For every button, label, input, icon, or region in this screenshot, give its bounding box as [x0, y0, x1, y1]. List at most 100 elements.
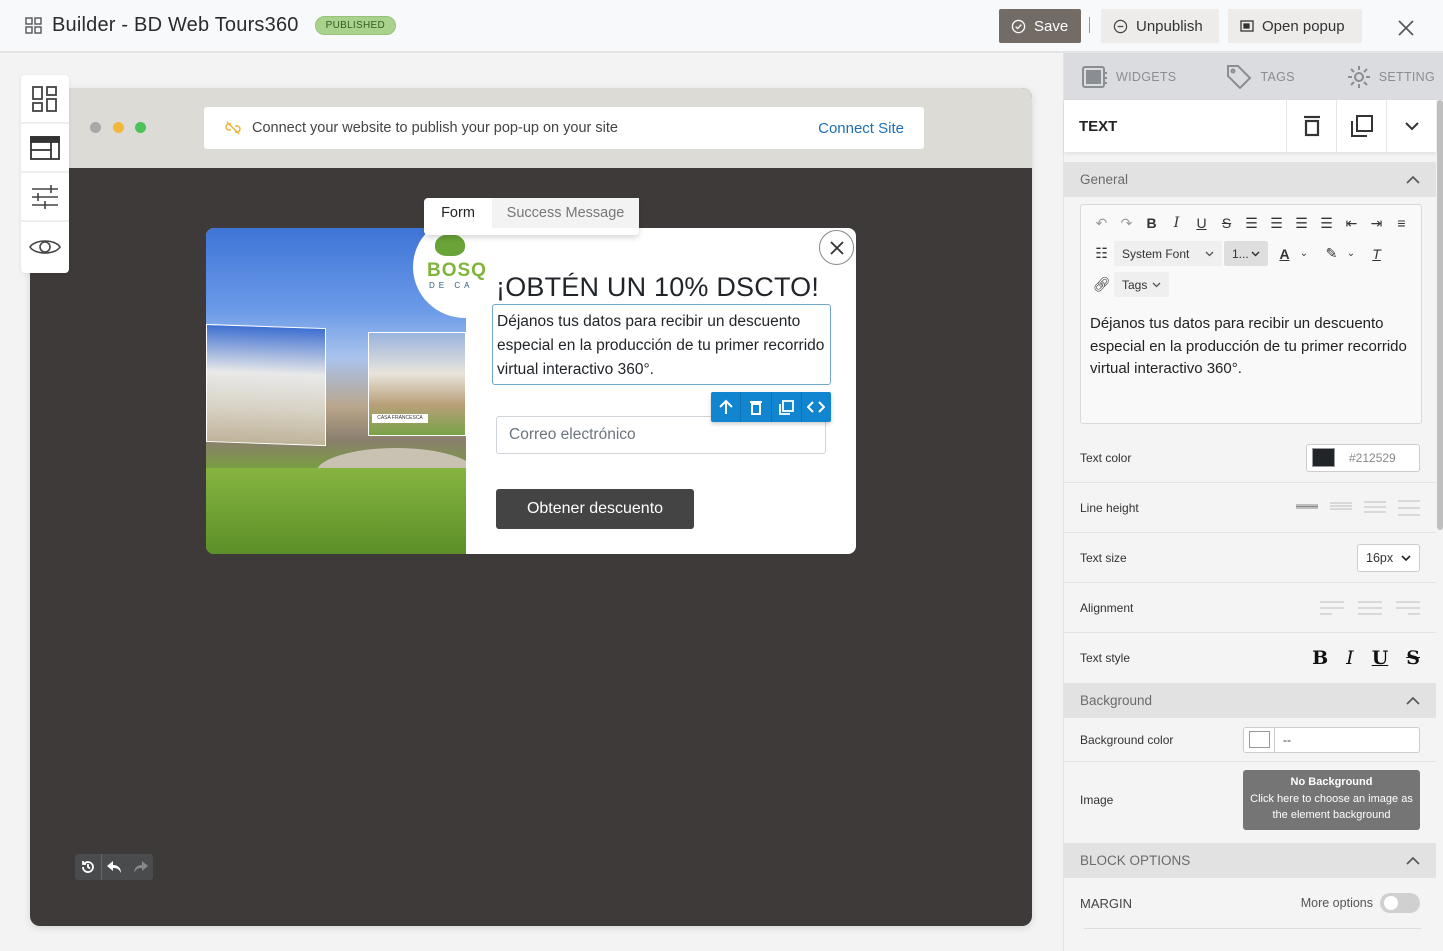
tab-success-message[interactable]: Success Message — [492, 198, 639, 228]
align-left-icon[interactable] — [1320, 601, 1344, 615]
background-color-row: Background color -- — [1064, 718, 1436, 762]
align-left-icon[interactable]: ☰ — [1239, 213, 1264, 233]
clear-format-icon[interactable]: T — [1364, 244, 1389, 264]
popup-body-text[interactable]: Déjanos tus datos para recibir un descue… — [492, 304, 831, 385]
browser-bar: Connect your website to publish your pop… — [30, 88, 1032, 168]
redo-button[interactable] — [127, 854, 153, 880]
widgets-grid-icon — [32, 85, 57, 112]
strikethrough-button[interactable]: S — [1406, 647, 1420, 669]
code-icon — [807, 401, 826, 413]
text-color-picker[interactable]: #212529 — [1306, 443, 1420, 472]
underline-button[interactable]: U — [1372, 647, 1389, 669]
open-popup-button[interactable]: Open popup — [1228, 9, 1362, 43]
history-icon — [81, 861, 94, 873]
strikethrough-icon[interactable]: S — [1214, 213, 1239, 233]
left-tool-layout[interactable] — [21, 124, 69, 173]
margin-row: MARGIN More options — [1064, 880, 1436, 926]
redo-icon[interactable]: ↷ — [1114, 213, 1139, 233]
align-right-icon[interactable] — [1396, 601, 1420, 615]
align-justify-icon[interactable]: ☰ — [1314, 213, 1339, 233]
background-color-picker[interactable]: -- — [1243, 726, 1420, 753]
text-size-value: 16px — [1366, 550, 1394, 565]
history-button[interactable] — [75, 854, 102, 880]
tab-tags[interactable]: TAGS — [1226, 64, 1294, 90]
background-section-header[interactable]: Background — [1064, 683, 1436, 718]
tab-form[interactable]: Form — [424, 198, 492, 228]
highlight-icon[interactable]: ✎ — [1319, 244, 1344, 264]
image-button-text: Click here to choose an image as the ele… — [1250, 792, 1413, 822]
close-icon[interactable] — [1396, 18, 1416, 38]
underline-icon[interactable]: U — [1189, 213, 1214, 233]
divider — [1084, 928, 1421, 929]
element-name: TEXT — [1079, 117, 1118, 135]
link-icon[interactable]: 🔗︎ — [1089, 275, 1114, 295]
tags-select[interactable]: Tags — [1114, 272, 1169, 297]
text-style-row: Text style B I U S — [1064, 633, 1436, 683]
font-size-select[interactable]: 1... — [1224, 241, 1268, 266]
duplicate-button[interactable] — [1336, 100, 1386, 152]
bold-button[interactable]: B — [1312, 647, 1328, 669]
tab-setting[interactable]: SETTING — [1347, 65, 1435, 89]
connect-site-banner: Connect your website to publish your pop… — [204, 107, 924, 149]
unpublish-button[interactable]: Unpublish — [1101, 9, 1219, 43]
undo-icon[interactable]: ↶ — [1089, 213, 1114, 233]
save-label: Save — [1034, 17, 1069, 35]
numbered-list-icon[interactable]: ≡ — [1389, 213, 1414, 233]
image-row: Image No Background Click here to choose… — [1064, 762, 1436, 838]
delete-element-button[interactable] — [741, 392, 772, 422]
popup-view-tabs: Form Success Message — [424, 198, 639, 235]
bullet-list-icon[interactable]: ☷ — [1089, 244, 1114, 264]
move-up-button[interactable] — [711, 392, 742, 422]
text-color-label: Text color — [1080, 450, 1132, 465]
popup-headline[interactable]: ¡OBTÉN UN 10% DSCTO! — [496, 272, 819, 303]
save-button[interactable]: Save — [999, 9, 1081, 43]
code-button[interactable] — [802, 392, 831, 422]
italic-button[interactable]: I — [1346, 647, 1354, 669]
element-toolbar — [711, 392, 831, 422]
more-options-toggle[interactable] — [1380, 893, 1420, 913]
indent-icon[interactable]: ⇥ — [1364, 213, 1389, 233]
duplicate-element-button[interactable] — [772, 392, 802, 422]
delete-button[interactable] — [1286, 100, 1336, 152]
outdent-icon[interactable]: ⇤ — [1339, 213, 1364, 233]
collapse-element-button[interactable] — [1386, 100, 1436, 152]
bold-icon[interactable]: B — [1139, 213, 1164, 233]
align-right-icon[interactable]: ☰ — [1289, 213, 1314, 233]
choose-background-image-button[interactable]: No Background Click here to choose an im… — [1243, 770, 1420, 830]
left-tool-preview[interactable] — [21, 222, 69, 271]
submit-button[interactable]: Obtener descuento — [496, 489, 694, 529]
text-color-value: #212529 — [1349, 450, 1396, 465]
page-title: Builder - BD Web Tours360 — [52, 14, 299, 36]
left-tool-settings[interactable] — [21, 173, 69, 222]
chevron-up-icon — [1406, 856, 1420, 865]
left-tool-widgets[interactable] — [21, 75, 69, 124]
undo-button[interactable] — [102, 854, 128, 880]
margin-label: MARGIN — [1080, 895, 1132, 911]
chevron-down-icon[interactable]: ⌄ — [1297, 244, 1311, 264]
window-dot-yellow — [113, 122, 124, 133]
close-icon — [829, 240, 844, 255]
panel-scrollbar[interactable] — [1437, 100, 1443, 530]
tab-widgets[interactable]: WIDGETS — [1082, 65, 1177, 88]
general-section-header[interactable]: General — [1064, 162, 1436, 197]
connect-site-link[interactable]: Connect Site — [818, 120, 904, 137]
properties-panel: WIDGETS TAGS SETTING TEXT General ↶ ↷ B … — [1063, 53, 1443, 951]
italic-icon[interactable]: I — [1164, 213, 1189, 233]
editor-content[interactable]: Déjanos tus datos para recibir un descue… — [1090, 313, 1415, 381]
top-bar: Builder - BD Web Tours360 PUBLISHED Save… — [0, 0, 1443, 53]
popup-close-button[interactable] — [819, 230, 854, 265]
line-height-normal-icon[interactable] — [1330, 500, 1352, 512]
text-size-select[interactable]: 16px — [1357, 543, 1420, 572]
align-center-icon[interactable]: ☰ — [1264, 213, 1289, 233]
text-color-icon[interactable]: A — [1272, 244, 1297, 264]
eye-icon — [29, 239, 61, 254]
line-height-tight-icon[interactable] — [1296, 500, 1318, 512]
chevron-down-icon[interactable]: ⌄ — [1344, 244, 1358, 264]
line-height-relaxed-icon[interactable] — [1364, 500, 1386, 514]
tab-widgets-label: WIDGETS — [1116, 69, 1177, 84]
block-options-section-header[interactable]: BLOCK OPTIONS — [1064, 843, 1436, 878]
popup-window-icon — [1240, 20, 1254, 32]
font-select[interactable]: System Font — [1114, 241, 1222, 266]
align-center-icon[interactable] — [1358, 601, 1382, 615]
line-height-loose-icon[interactable] — [1398, 500, 1420, 516]
